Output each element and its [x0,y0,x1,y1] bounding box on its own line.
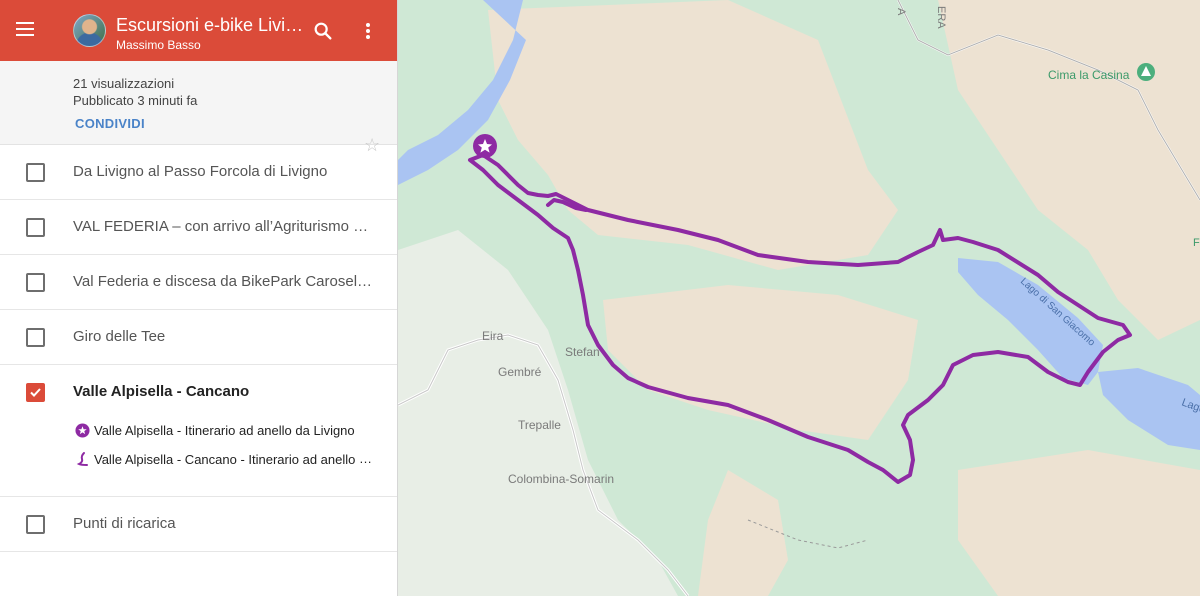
panel-header: Escursioni e-bike Livigno Massimo Basso [0,0,397,61]
author-name[interactable]: Massimo Basso [116,38,201,52]
map-legend-panel: Escursioni e-bike Livigno Massimo Basso … [0,0,398,596]
layer-checkbox[interactable] [26,515,45,534]
feature-label: Valle Alpisella - Itinerario ad anello d… [94,423,355,439]
map-canvas[interactable]: Cima la Casina Lago di San Giacomo Lago … [398,0,1200,596]
map-label-edge: ERA [935,6,947,29]
avatar[interactable] [73,14,106,47]
map-info-section: 21 visualizzazioni Pubblicato 3 minuti f… [0,61,397,155]
layer-name[interactable]: Punti di ricarica [73,515,176,532]
map-label-village: Eira [482,329,504,343]
share-button[interactable]: CONDIVIDI [75,116,145,131]
layer-name[interactable]: Giro delle Tee [73,328,165,345]
start-marker[interactable] [473,134,497,158]
layer-item[interactable]: VAL FEDERIA – con arrivo all’Agriturismo… [0,200,397,255]
route-line-icon [76,452,88,467]
map-label-edge: A [895,8,907,16]
layer-item[interactable]: Val Federia e discesa da BikePark Carose… [0,255,397,310]
published-time: Pubblicato 3 minuti fa [73,93,198,108]
map-label-village: Trepalle [518,418,561,432]
star-marker-icon [75,423,90,438]
app-window: Escursioni e-bike Livigno Massimo Basso … [0,0,1200,596]
layer-name[interactable]: Val Federia e discesa da BikePark Carose… [73,273,373,290]
search-icon[interactable] [312,20,334,42]
feature-item[interactable]: Valle Alpisella - Itinerario ad anello d… [75,422,355,438]
layer-checkbox[interactable] [26,163,45,182]
map-label-village: Gembré [498,365,542,379]
layer-item[interactable]: Da Livigno al Passo Forcola di Livigno [0,145,397,200]
layer-checkbox[interactable] [26,328,45,347]
feature-item[interactable]: Valle Alpisella - Cancano - Itinerario a… [75,451,375,468]
map-label-village: Stefan [565,345,600,359]
layer-name[interactable]: VAL FEDERIA – con arrivo all’Agriturismo… [73,218,373,235]
menu-icon[interactable] [16,18,42,42]
peak-icon[interactable] [1137,63,1155,81]
feature-label: Valle Alpisella - Cancano - Itinerario a… [94,452,375,468]
more-options-icon[interactable] [358,20,378,42]
map-label-peak: Cima la Casina [1048,68,1130,82]
layer-item[interactable]: Punti di ricarica [0,497,397,552]
layer-checkbox[interactable] [26,218,45,237]
layer-item[interactable]: Valle Alpisella - Cancano Valle Alpisell… [0,365,397,497]
layer-item[interactable]: Giro delle Tee [0,310,397,365]
terrain-area [958,450,1200,596]
layer-checkbox[interactable] [26,273,45,292]
map-title: Escursioni e-bike Livigno [116,15,306,35]
view-count: 21 visualizzazioni [73,76,175,91]
layer-checkbox-checked[interactable] [26,383,45,402]
layer-name[interactable]: Da Livigno al Passo Forcola di Livigno [73,163,327,180]
map-label-village: Colombina-Somarin [508,472,614,486]
layer-name[interactable]: Valle Alpisella - Cancano [73,383,249,400]
map-label-edge: F [1193,237,1200,249]
